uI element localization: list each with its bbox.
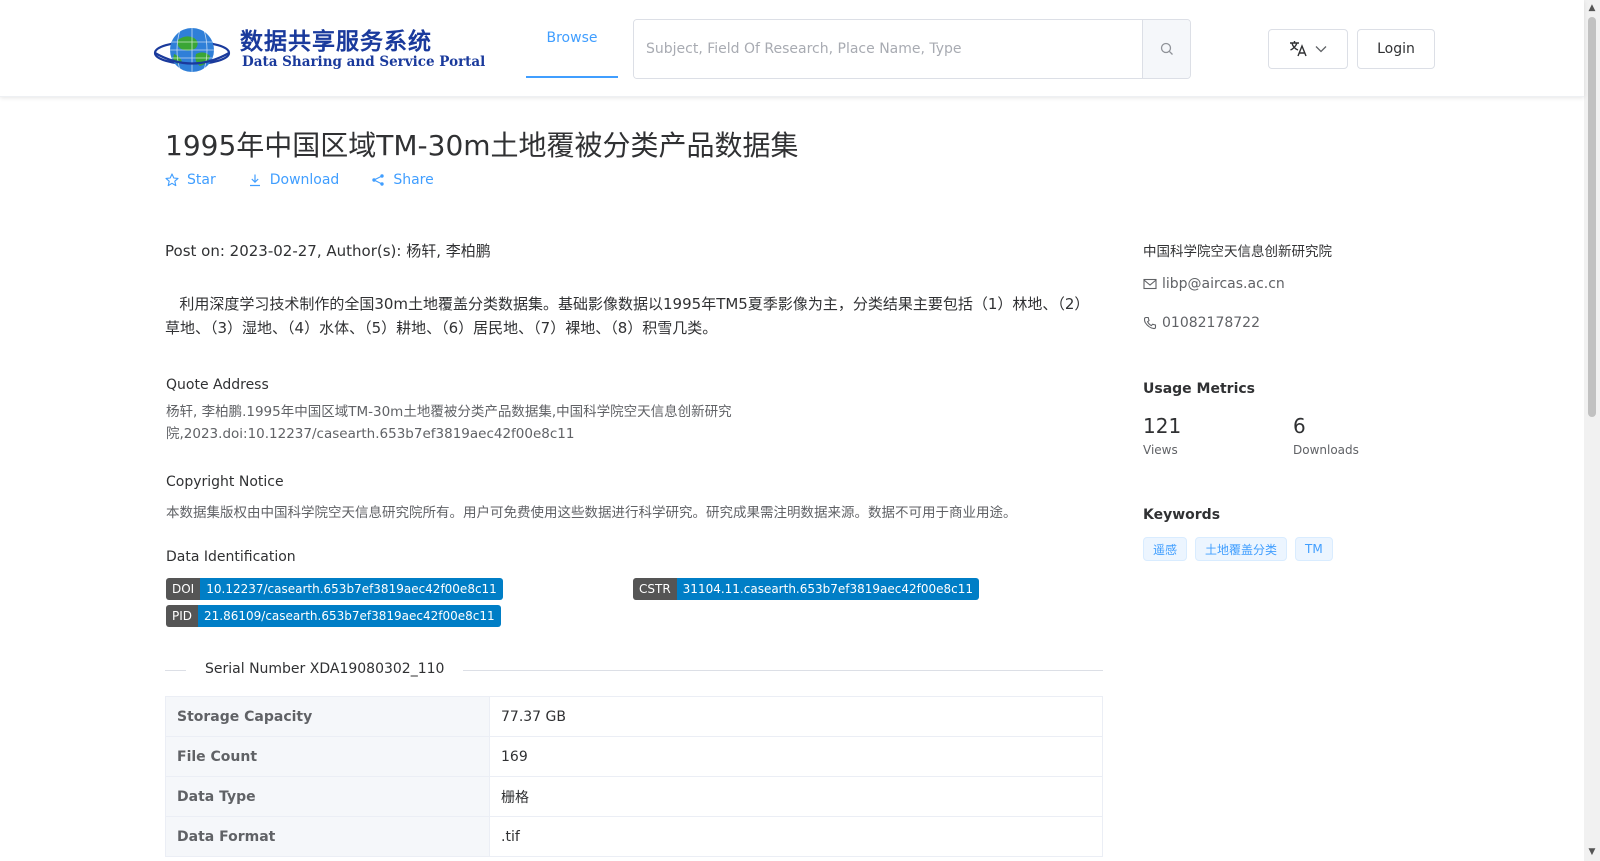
nav-browse-tab[interactable]: Browse [526, 0, 618, 78]
star-icon [165, 173, 179, 187]
doi-badge-value: 10.12237/casearth.653b7ef3819aec42f00e8c… [200, 578, 503, 600]
dataset-actions: Star Download Share [165, 172, 434, 188]
download-button[interactable]: Download [248, 172, 340, 188]
table-row: Data Type 栅格 [165, 776, 1103, 817]
usage-metrics-heading: Usage Metrics [1143, 381, 1255, 397]
globe-logo-icon [153, 28, 231, 72]
copyright-heading: Copyright Notice [166, 474, 284, 490]
scroll-down-arrow-icon[interactable]: ▼ [1587, 847, 1597, 857]
cstr-badge-value: 31104.11.casearth.653b7ef3819aec42f00e8c… [676, 578, 980, 600]
search-bar [633, 19, 1191, 79]
mail-icon [1143, 278, 1157, 290]
cstr-badge-key: CSTR [633, 578, 677, 600]
email-text: libp@aircas.ac.cn [1162, 276, 1285, 292]
scroll-thumb[interactable] [1588, 17, 1596, 417]
abstract-text: 利用深度学习技术制作的全国30m土地覆盖分类数据集。基础影像数据以1995年TM… [165, 295, 1090, 337]
login-button[interactable]: Login [1357, 29, 1435, 69]
star-label: Star [187, 172, 216, 188]
copyright-text: 本数据集版权由中国科学院空天信息研究院所有。用户可免费使用这些数据进行科学研究。… [166, 505, 1017, 521]
cstr-badge[interactable]: CSTR 31104.11.casearth.653b7ef3819aec42f… [633, 578, 980, 600]
contact-phone: 01082178722 [1143, 315, 1260, 331]
downloads-count: 6 [1293, 414, 1306, 438]
search-icon [1160, 42, 1173, 55]
file-count-label: File Count [165, 736, 490, 777]
views-label: Views [1143, 443, 1178, 457]
quote-address-heading: Quote Address [166, 377, 269, 393]
dataset-abstract: 利用深度学习技术制作的全国30m土地覆盖分类数据集。基础影像数据以1995年TM… [165, 292, 1090, 340]
logo-chinese-text: 数据共享服务系统 [240, 28, 432, 55]
translate-icon [1290, 41, 1307, 57]
organization-name: 中国科学院空天信息创新研究院 [1143, 244, 1332, 260]
pid-badge-value: 21.86109/casearth.653b7ef3819aec42f00e8c… [198, 605, 501, 627]
downloads-label: Downloads [1293, 443, 1359, 457]
data-type-value: 栅格 [489, 776, 1103, 817]
download-icon [249, 174, 260, 187]
data-format-label: Data Format [165, 816, 490, 857]
table-row: File Count 169 [165, 736, 1103, 777]
post-info: Post on: 2023-02-27, Author(s): 杨轩, 李柏鹏 [165, 242, 491, 260]
logo-english-text: Data Sharing and Service Portal [242, 54, 486, 70]
phone-icon [1143, 316, 1157, 330]
share-button[interactable]: Share [371, 172, 434, 188]
download-label: Download [269, 172, 340, 188]
site-logo[interactable]: 数据共享服务系统 Data Sharing and Service Portal [152, 18, 485, 80]
storage-capacity-label: Storage Capacity [165, 696, 490, 737]
scroll-up-arrow-icon[interactable]: ▲ [1587, 3, 1597, 13]
views-count: 121 [1143, 414, 1182, 438]
data-format-value: .tif [489, 816, 1103, 857]
keywords-heading: Keywords [1143, 507, 1221, 523]
search-input[interactable] [634, 20, 1142, 78]
share-label: Share [393, 172, 434, 188]
search-button[interactable] [1142, 20, 1190, 78]
star-button[interactable]: Star [165, 172, 216, 188]
language-switcher[interactable] [1268, 29, 1348, 69]
doi-badge-key: DOI [166, 578, 201, 600]
contact-email[interactable]: libp@aircas.ac.cn [1143, 276, 1285, 292]
top-header: 数据共享服务系统 Data Sharing and Service Portal… [0, 0, 1584, 97]
table-row: Data Format .tif [165, 816, 1103, 857]
chevron-down-icon [1315, 46, 1327, 53]
page-scrollbar[interactable]: ▲ ▼ [1584, 0, 1600, 861]
file-count-value: 169 [489, 736, 1103, 777]
data-identification-heading: Data Identification [166, 549, 296, 565]
doi-badge[interactable]: DOI 10.12237/casearth.653b7ef3819aec42f0… [166, 578, 503, 600]
table-row: Storage Capacity 77.37 GB [165, 696, 1103, 737]
keyword-tag[interactable]: 土地覆盖分类 [1195, 537, 1288, 561]
keyword-tag[interactable]: TM [1295, 537, 1333, 561]
pid-badge[interactable]: PID 21.86109/casearth.653b7ef3819aec42f0… [166, 605, 501, 627]
storage-capacity-value: 77.37 GB [489, 696, 1103, 737]
quote-address-text: 杨轩, 李柏鹏.1995年中国区域TM-30m土地覆被分类产品数据集,中国科学院… [166, 404, 732, 442]
pid-badge-key: PID [166, 605, 199, 627]
dataset-info-table: Storage Capacity 77.37 GB File Count 169… [165, 696, 1103, 857]
serial-number: Serial Number XDA19080302_110 [186, 661, 464, 677]
data-type-label: Data Type [165, 776, 490, 817]
keyword-tag[interactable]: 遥感 [1143, 537, 1188, 561]
phone-text: 01082178722 [1162, 315, 1260, 331]
page-title: 1995年中国区域TM-30m土地覆被分类产品数据集 [165, 129, 799, 162]
share-icon [372, 174, 385, 186]
keyword-tags: 遥感 土地覆盖分类 TM [1143, 537, 1333, 561]
